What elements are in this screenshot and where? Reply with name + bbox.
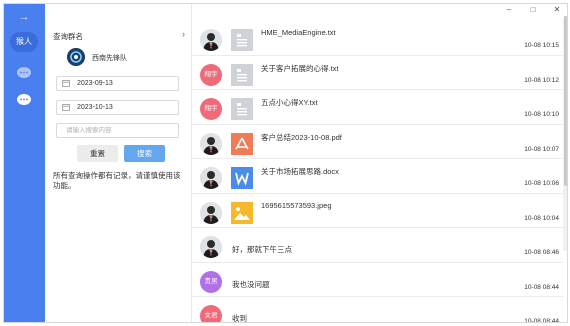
image-file-icon[interactable] [231, 201, 253, 224]
sender-avatar [200, 29, 222, 51]
start-date-value: 2023-09-13 [77, 80, 113, 87]
text-file-icon[interactable] [231, 98, 253, 120]
message-timestamp: 10-08 08:46 [524, 249, 559, 256]
pdf-file-icon[interactable] [231, 132, 253, 155]
message-timestamp: 10-08 10:10 [524, 111, 559, 118]
message-timestamp: 10-08 10:15 [524, 42, 559, 49]
message-text: 好，那就下午三点 [232, 245, 292, 254]
message-icon[interactable] [15, 93, 33, 107]
group-avatar [67, 48, 85, 66]
user-avatar-button[interactable]: 猴人 [10, 32, 38, 52]
file-name[interactable]: 客户总结2023-10-08.pdf [261, 132, 342, 143]
message-row[interactable]: 文君收到 10-08 08:44 [192, 297, 563, 323]
audit-notice: 所有查询操作都有记录，请谨慎使用该功能。 [53, 171, 181, 190]
message-row[interactable]: 关于市场拓展思路.docx 10-08 10:06 [192, 159, 563, 194]
chevron-right-icon[interactable]: › [182, 29, 185, 39]
panel-title: 查询群名 [53, 32, 83, 41]
message-timestamp: 10-08 08:44 [524, 283, 559, 291]
scrollbar-thumb[interactable] [564, 16, 567, 186]
search-input[interactable]: 请输入搜索内容 [56, 123, 179, 138]
reset-button[interactable]: 重置 [77, 145, 118, 162]
message-row[interactable]: 1695615573593.jpeg 10-08 10:04 [192, 194, 563, 228]
text-file-icon[interactable] [231, 63, 253, 86]
file-name[interactable]: 五点小心得XY.txt [261, 97, 318, 108]
app-window: → 猴人 查询群名 › 西南先锋队 2023-09-13 2023-10-13 … [3, 3, 568, 323]
calendar-icon [62, 104, 70, 111]
group-name: 西南先锋队 [92, 55, 127, 62]
text-file-icon[interactable] [231, 29, 253, 51]
end-date-value: 2023-10-13 [77, 104, 113, 111]
message-timestamp: 10-08 10:06 [524, 180, 559, 187]
message-row[interactable]: HME_MediaEngine.txt 10-08 10:15 [192, 21, 563, 56]
sender-avatar: 贵男 [200, 270, 222, 293]
message-row[interactable]: 客户总结2023-10-08.pdf 10-08 10:07 [192, 125, 563, 159]
message-text: 收到 [232, 314, 247, 323]
word-file-icon[interactable] [231, 167, 253, 189]
message-row[interactable]: 好，那就下午三点 10-08 08:46 [192, 228, 563, 263]
end-date-field[interactable]: 2023-10-13 [56, 100, 179, 115]
message-timestamp: 10-08 10:04 [524, 214, 559, 222]
file-name[interactable]: HME_MediaEngine.txt [261, 28, 336, 37]
sender-avatar [200, 236, 222, 258]
message-timestamp: 10-08 10:12 [524, 76, 559, 84]
sender-avatar [200, 201, 222, 224]
left-rail: → 猴人 [4, 4, 45, 322]
collapse-arrow-icon[interactable]: → [13, 10, 35, 24]
file-name[interactable]: 关于客户拓展的心得.txt [261, 63, 339, 74]
close-icon[interactable]: ✕ [547, 4, 567, 16]
maximize-icon[interactable]: □ [523, 4, 543, 16]
sender-avatar [200, 132, 222, 155]
sender-avatar: 翔宇 [200, 63, 222, 86]
filter-panel: 查询群名 › 西南先锋队 2023-09-13 2023-10-13 请输入搜索… [45, 4, 192, 322]
message-timestamp: 10-08 10:07 [524, 145, 559, 153]
start-date-field[interactable]: 2023-09-13 [56, 76, 179, 91]
message-row[interactable]: 翔宇 关于客户拓展的心得.txt 10-08 10:12 [192, 56, 563, 90]
file-name[interactable]: 关于市场拓展思路.docx [261, 166, 339, 177]
sender-avatar: 文君 [200, 305, 222, 322]
file-name[interactable]: 1695615573593.jpeg [261, 201, 332, 210]
window-controls: – □ ✕ [459, 4, 567, 16]
calendar-icon [62, 80, 70, 87]
message-row[interactable]: 贵男 我也没问题 10-08 08:44 [192, 263, 563, 297]
message-timestamp: 10-08 08:44 [524, 318, 559, 323]
message-list: – □ ✕ HME_MediaEngine.txt 10-08 10:15 翔宇 关于… [192, 4, 567, 323]
message-row[interactable]: 翔宇 五点小心得XY.txt 10-08 10:10 [192, 90, 563, 125]
chat-bubble-icon[interactable] [15, 66, 33, 80]
sender-avatar [200, 167, 222, 189]
message-text: 我也没问题 [232, 279, 270, 289]
scrollbar[interactable] [563, 16, 567, 251]
sender-avatar: 翔宇 [200, 98, 222, 120]
search-button[interactable]: 搜索 [124, 145, 165, 162]
minimize-icon[interactable]: – [499, 4, 519, 16]
